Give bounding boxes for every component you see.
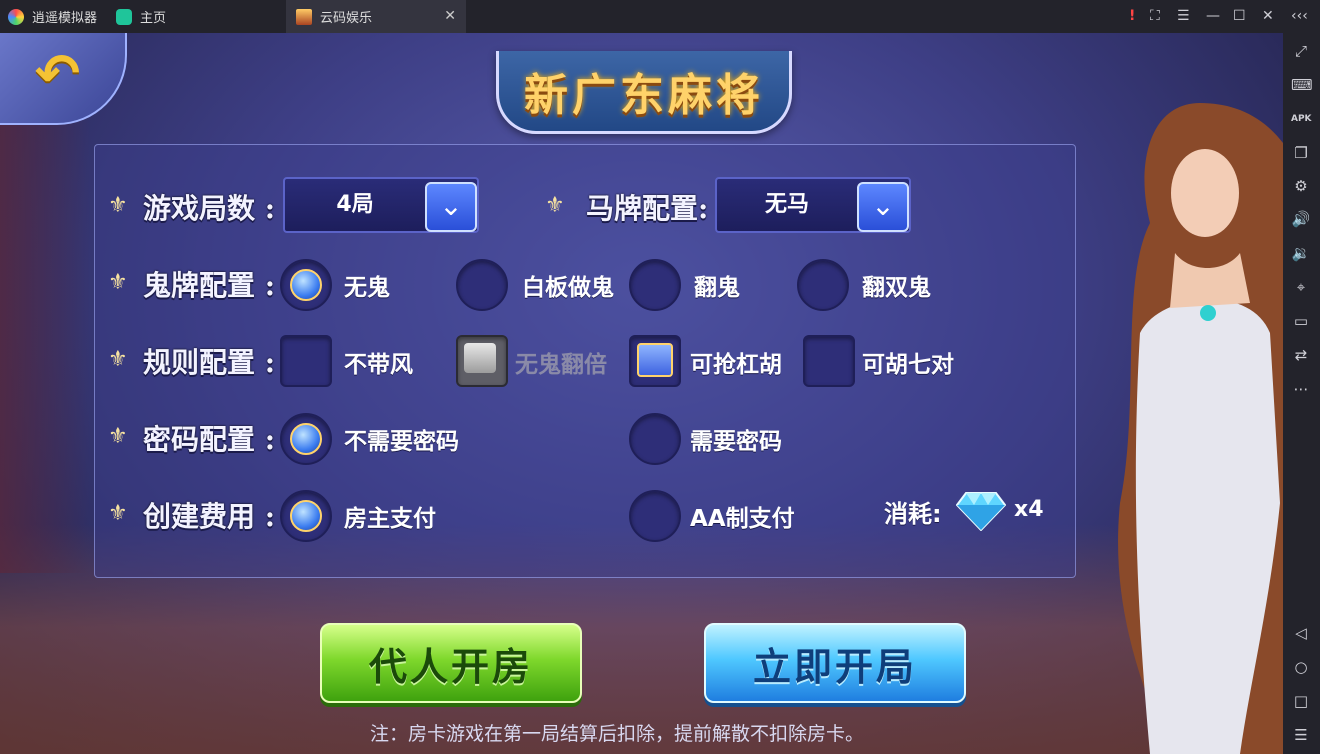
fleur-icon: ⚜ [108,270,128,295]
page-title: 新广东麻将 [524,70,764,121]
option-label: 不带风 [344,352,413,378]
option-label: 可胡七对 [862,352,954,378]
alert-icon[interactable]: ! [1129,8,1135,24]
option-label: 翻双鬼 [862,275,931,301]
settings-icon[interactable]: ⚙ [1291,176,1311,196]
rounds-label: 游戏局数 : [143,192,276,225]
option-label: 无鬼翻倍 [515,352,607,378]
rounds-value: 4局 [336,192,374,217]
radio-ghost-double-flip[interactable] [797,259,849,311]
background-curtain [0,113,90,573]
button-label: 立即开局 [752,643,917,689]
rules-label: 规则配置 : [143,346,276,379]
consume-count: x4 [1014,497,1044,522]
fleur-icon: ⚜ [108,347,128,372]
volume-down-icon[interactable]: 🔉 [1291,243,1311,263]
tab-label: 逍遥模拟器 [32,11,98,26]
consume-label: 消耗: [884,500,942,528]
ghost-label: 鬼牌配置 : [143,269,276,302]
back-nav-icon[interactable]: ◁ [1291,623,1311,643]
option-label: 无鬼 [344,275,390,301]
tab-close-icon[interactable]: ✕ [444,8,456,24]
checkbox-no-ghost-double[interactable] [456,335,508,387]
radio-aa-pay[interactable] [629,490,681,542]
start-game-button[interactable]: 立即开局 [704,623,966,703]
emulator-logo-icon [8,8,24,25]
checkbox-no-wind[interactable] [280,335,332,387]
fee-label: 创建费用 : [143,500,276,533]
tab-label: 云码娱乐 [320,11,373,26]
character-illustration [1118,103,1283,754]
button-label: 代人开房 [368,643,533,689]
home-icon [116,8,132,25]
tab-emulator[interactable]: 逍遥模拟器 [8,0,108,33]
rotate-icon[interactable]: ⇄ [1291,345,1311,365]
emulator-sidebar: ⤢ ⌨ APK ❐ ⚙ 🔊 🔉 ⌖ ▭ ⇄ ⋯ ◁ ○ □ ☰ [1283,33,1320,754]
option-label: 房主支付 [344,506,436,532]
horse-select[interactable]: 无马 ⌄ [715,177,911,233]
multi-window-icon[interactable]: ❐ [1291,143,1311,163]
back-arrow-icon: ↶ [34,41,81,105]
window-titlebar: 逍遥模拟器 主页 云码娱乐 ✕ ! ⛶ ☰ — ☐ ✕ ‹‹‹ [0,0,1320,34]
option-label: AA制支付 [690,506,795,532]
collapse-icon[interactable]: ‹‹‹ [1291,8,1308,24]
radio-ghost-flip[interactable] [629,259,681,311]
radio-ghost-whiteboard[interactable] [456,259,508,311]
folder-icon[interactable]: ▭ [1291,311,1311,331]
checkbox-seven-pairs[interactable] [803,335,855,387]
home-nav-icon[interactable]: ○ [1291,657,1311,677]
password-label: 密码配置 : [143,423,276,456]
keyboard-icon[interactable]: ⌨ [1291,75,1313,95]
volume-up-icon[interactable]: 🔊 [1291,209,1311,229]
radio-ghost-none[interactable] [280,259,332,311]
option-label: 可抢杠胡 [690,352,782,378]
option-label: 不需要密码 [344,429,459,455]
minimize-icon[interactable]: — [1206,8,1220,24]
fleur-icon: ⚜ [108,193,128,218]
menu-icon[interactable]: ☰ [1177,8,1190,24]
footer-note: 注：房卡游戏在第一局结算后扣除，提前解散不扣除房卡。 [370,723,865,745]
title-banner: 新广东麻将 [496,51,792,134]
horse-value: 无马 [764,192,809,217]
radio-no-password[interactable] [280,413,332,465]
radio-need-password[interactable] [629,413,681,465]
tab-label: 主页 [140,11,167,26]
app-thumbnail-icon [296,8,312,25]
fleur-icon: ⚜ [108,424,128,449]
back-button[interactable]: ↶ [0,33,127,125]
proxy-open-room-button[interactable]: 代人开房 [320,623,582,703]
option-label: 翻鬼 [694,275,740,301]
game-screen: ↶ 新广东麻将 ⚜ 游戏局数 : 4局 ⌄ ⚜ 马牌配置: 无马 ⌄ ⚜ 鬼牌配… [0,33,1283,754]
option-label: 需要密码 [690,429,782,455]
close-icon[interactable]: ✕ [1262,8,1274,24]
fleur-icon: ⚜ [545,193,565,218]
tab-home[interactable]: 主页 [116,0,186,33]
list-icon[interactable]: ☰ [1291,725,1311,745]
chevron-down-icon[interactable]: ⌄ [857,182,909,232]
screenshot-icon[interactable]: ⛶ [1150,8,1160,24]
option-label: 白板做鬼 [522,275,614,301]
more-icon[interactable]: ⋯ [1291,379,1311,399]
diamond-icon [956,492,1006,531]
fullscreen-icon[interactable]: ⤢ [1291,41,1311,61]
fleur-icon: ⚜ [108,501,128,526]
recent-apps-icon[interactable]: □ [1291,691,1311,711]
maximize-icon[interactable]: ☐ [1233,8,1246,24]
tab-game[interactable]: 云码娱乐 ✕ [286,0,466,33]
location-icon[interactable]: ⌖ [1291,277,1311,297]
horse-label: 马牌配置: [586,192,709,225]
rounds-select[interactable]: 4局 ⌄ [283,177,479,233]
chevron-down-icon[interactable]: ⌄ [425,182,477,232]
radio-host-pay[interactable] [280,490,332,542]
apk-icon[interactable]: APK [1291,109,1312,129]
checkbox-rob-kong[interactable] [629,335,681,387]
